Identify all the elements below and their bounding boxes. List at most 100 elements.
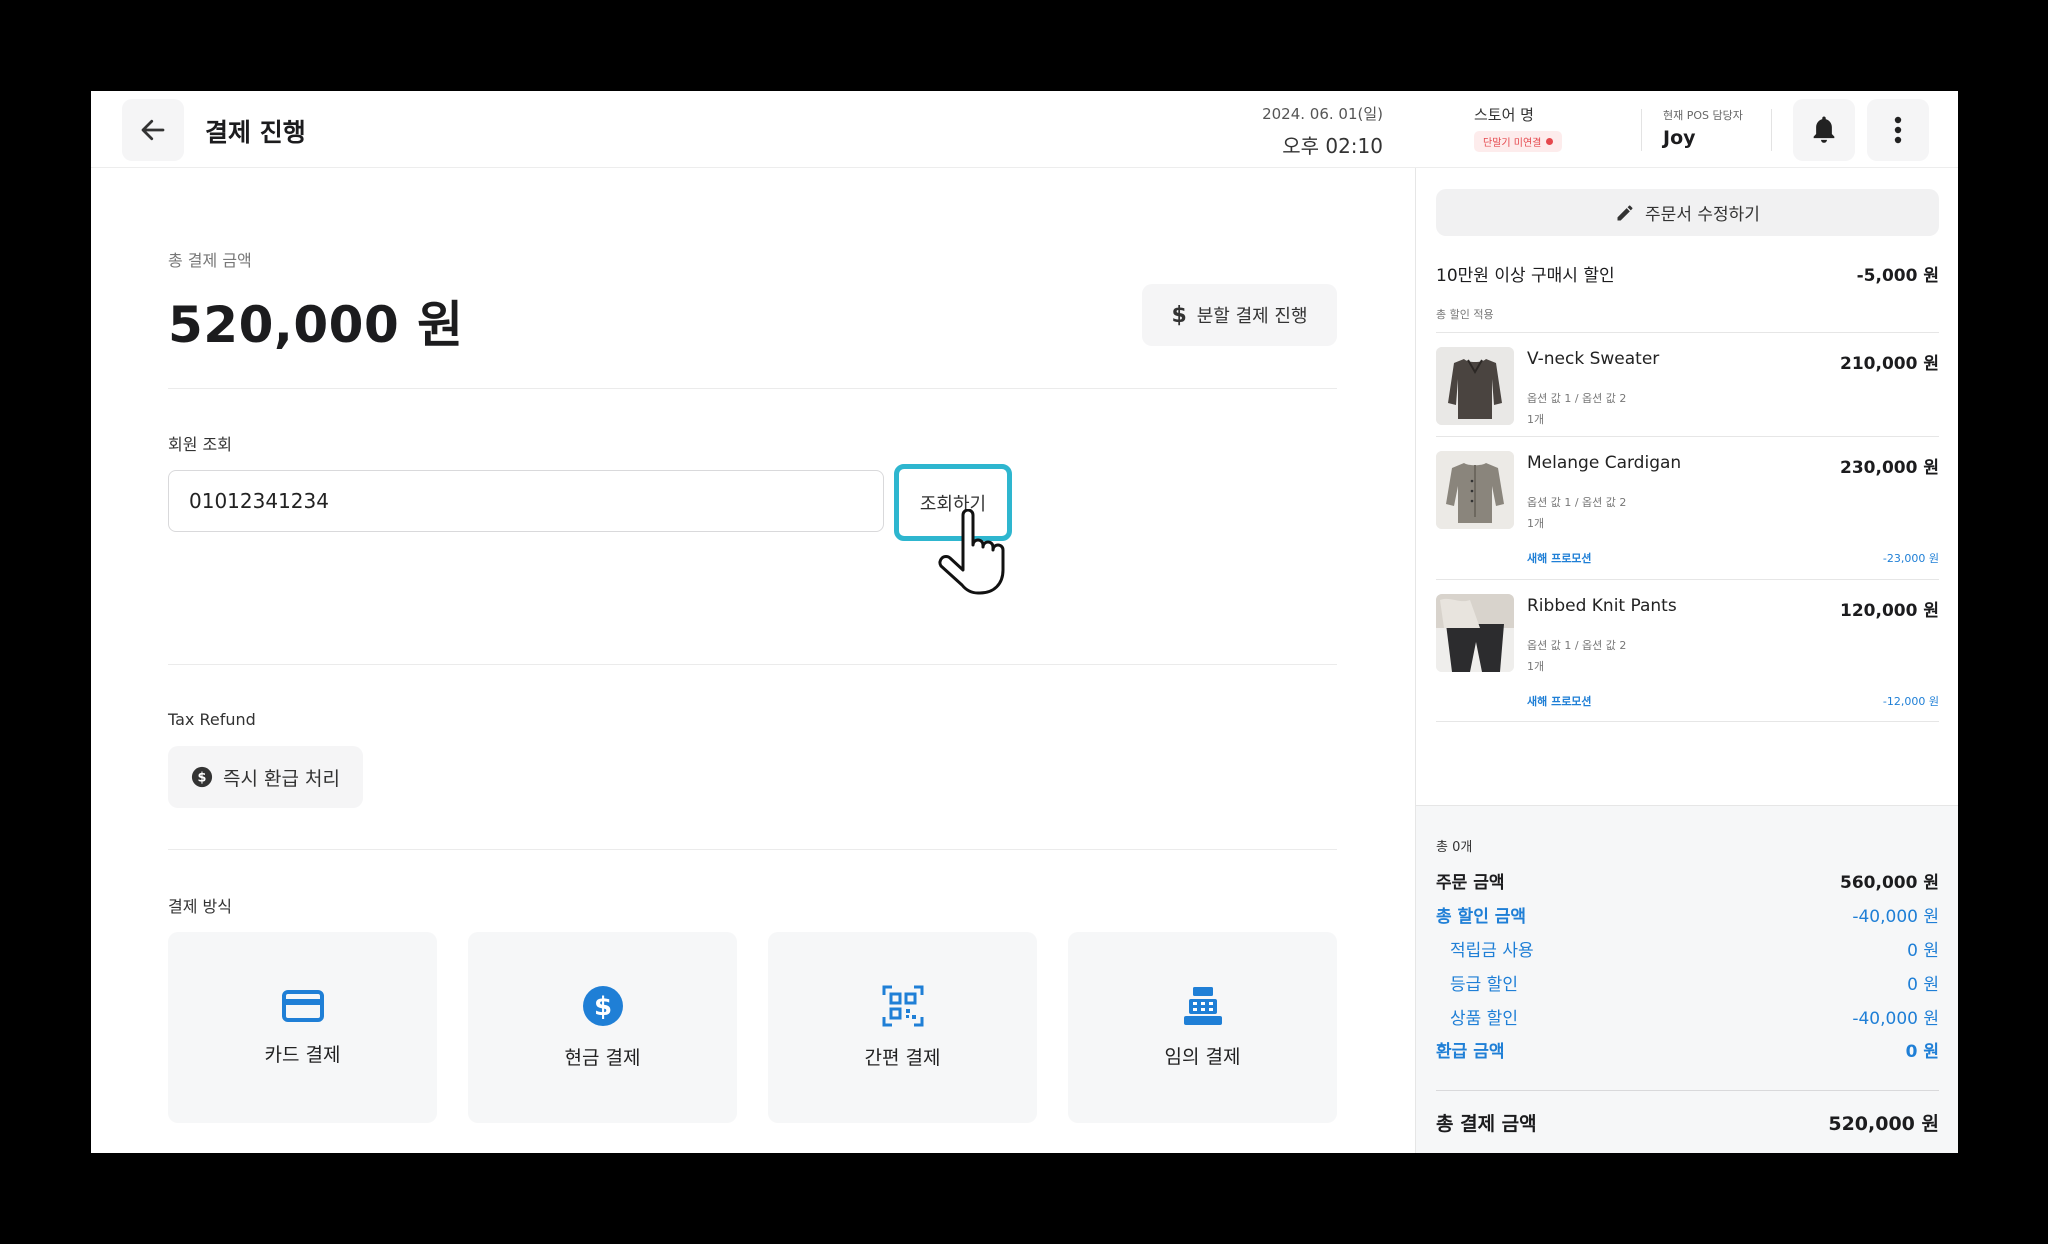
refund-amount-value: 0 원 [1905, 1042, 1939, 1062]
discount-total-value: -40,000 원 [1852, 907, 1939, 927]
terminal-status-text: 단말기 미연결 [1483, 138, 1542, 149]
item-promotion-value: -23,000 원 [1882, 552, 1939, 565]
cash-payment-tile[interactable]: $ 현금 결제 [468, 932, 737, 1123]
dollar-icon: $ [1171, 302, 1187, 328]
notification-button[interactable] [1793, 99, 1855, 161]
item-price: 120,000 원 [1840, 601, 1939, 621]
manual-payment-tile[interactable]: 임의 결제 [1068, 932, 1337, 1123]
dollar-circle-icon: $ [582, 986, 623, 1026]
item-quantity: 1개 [1527, 413, 1545, 426]
cash-register-icon [1183, 987, 1222, 1025]
instant-refund-button[interactable]: $ 즉시 환급 처리 [168, 746, 363, 808]
item-options: 옵션 값 1 / 옵션 값 2 [1527, 392, 1627, 405]
card-payment-label: 카드 결제 [264, 1044, 341, 1066]
pos-screen: 결제 진행 2024. 06. 01(일) 오후 02:10 스토어 명 단말기… [91, 91, 1958, 1153]
header-divider [1641, 109, 1642, 151]
item-count: 총 0개 [1436, 840, 1473, 855]
cash-payment-label: 현금 결제 [564, 1047, 641, 1069]
item-options: 옵션 값 1 / 옵션 값 2 [1527, 639, 1627, 652]
item-promotion: 새해 프로모션 [1527, 695, 1592, 708]
manual-payment-label: 임의 결제 [1164, 1046, 1241, 1068]
divider [168, 388, 1337, 389]
current-time: 오후 02:10 [1282, 134, 1383, 158]
order-item[interactable]: Ribbed Knit Pants 120,000 원 옵션 값 1 / 옵션 … [1436, 579, 1939, 722]
hand-pointer-icon [938, 509, 1005, 595]
order-amount-value: 560,000 원 [1840, 873, 1939, 893]
discount-total-row: 총 할인 금액 -40,000 원 [1436, 902, 1939, 927]
dollar-circle-icon: $ [191, 766, 213, 788]
arrow-left-icon [141, 119, 165, 141]
points-label: 적립금 사용 [1450, 941, 1534, 961]
tax-refund-label: Tax Refund [168, 710, 256, 729]
header-divider [1771, 109, 1772, 151]
final-amount-value: 520,000 원 [1828, 1113, 1939, 1135]
more-vertical-icon [1894, 116, 1902, 144]
discount-row: 10만원 이상 구매시 할인 -5,000 원 [1436, 261, 1939, 286]
summary-divider [1436, 1090, 1939, 1091]
split-payment-label: 분할 결제 진행 [1196, 306, 1308, 327]
datetime: 2024. 06. 01(일) 오후 02:10 [1262, 103, 1383, 159]
order-item[interactable]: V-neck Sweater 210,000 원 옵션 값 1 / 옵션 값 2… [1436, 332, 1939, 436]
edit-order-label: 주문서 수정하기 [1645, 205, 1760, 225]
order-summary-panel: 주문서 수정하기 10만원 이상 구매시 할인 -5,000 원 총 할인 적용… [1415, 168, 1958, 1153]
store-name: 스토어 명 [1474, 106, 1534, 124]
item-name: Melange Cardigan [1527, 453, 1682, 473]
points-value: 0 원 [1907, 941, 1939, 961]
final-amount-label: 총 결제 금액 [1436, 1113, 1537, 1135]
bell-icon [1813, 116, 1835, 143]
item-name: V-neck Sweater [1527, 349, 1660, 369]
divider [168, 664, 1337, 665]
item-price: 210,000 원 [1840, 354, 1939, 374]
page-title: 결제 진행 [205, 118, 306, 147]
grade-discount-value: 0 원 [1907, 975, 1939, 995]
svg-text:$: $ [198, 771, 207, 786]
staff-name: Joy [1663, 127, 1696, 149]
back-button[interactable] [122, 99, 184, 161]
item-price: 230,000 원 [1840, 458, 1939, 478]
final-amount-row: 총 결제 금액 520,000 원 [1436, 1109, 1939, 1136]
more-menu-button[interactable] [1867, 99, 1929, 161]
card-payment-tile[interactable]: 카드 결제 [168, 932, 437, 1123]
instant-refund-label: 즉시 환급 처리 [223, 767, 340, 790]
status-dot-icon [1546, 138, 1554, 145]
pencil-icon [1617, 205, 1633, 220]
total-amount: 520,000 원 [168, 296, 464, 354]
item-options: 옵션 값 1 / 옵션 값 2 [1527, 496, 1627, 509]
refund-amount-row: 환급 금액 0 원 [1436, 1037, 1939, 1062]
order-amount-row: 주문 금액 560,000 원 [1436, 868, 1939, 893]
qr-code-icon [882, 985, 923, 1027]
staff-label: 현재 POS 담당자 [1663, 109, 1743, 122]
product-discount-label: 상품 할인 [1450, 1009, 1518, 1029]
payment-summary: 총 0개 주문 금액 560,000 원 총 할인 금액 -40,000 원 적… [1416, 805, 1958, 1153]
svg-text:$: $ [593, 992, 611, 1022]
total-amount-label: 총 결제 금액 [168, 251, 252, 270]
discount-value: -5,000 원 [1856, 266, 1939, 286]
payment-panel: 총 결제 금액 520,000 원 $ 분할 결제 진행 회원 조회 Tax R… [91, 168, 1415, 1153]
member-search-label: 회원 조회 [168, 435, 232, 454]
item-name: Ribbed Knit Pants [1527, 596, 1677, 616]
discount-name: 10만원 이상 구매시 할인 [1436, 266, 1615, 286]
store-info: 스토어 명 단말기 미연결 [1474, 104, 1563, 152]
easy-payment-tile[interactable]: 간편 결제 [768, 932, 1037, 1123]
terminal-status-badge: 단말기 미연결 [1474, 131, 1563, 152]
item-promotion-value: -12,000 원 [1882, 695, 1939, 708]
item-quantity: 1개 [1527, 517, 1545, 530]
edit-order-button[interactable]: 주문서 수정하기 [1436, 189, 1939, 236]
current-date: 2024. 06. 01(일) [1262, 105, 1383, 123]
order-item[interactable]: Melange Cardigan 230,000 원 옵션 값 1 / 옵션 값… [1436, 436, 1939, 579]
credit-card-icon [281, 990, 324, 1022]
points-row: 적립금 사용 0 원 [1436, 936, 1939, 961]
payment-method-label: 결제 방식 [168, 897, 232, 916]
split-payment-button[interactable]: $ 분할 결제 진행 [1142, 284, 1337, 346]
product-discount-value: -40,000 원 [1852, 1009, 1939, 1029]
item-quantity: 1개 [1527, 660, 1545, 673]
refund-amount-label: 환급 금액 [1436, 1042, 1505, 1062]
easy-payment-label: 간편 결제 [864, 1047, 941, 1069]
member-phone-input[interactable] [168, 470, 884, 532]
grade-discount-row: 등급 할인 0 원 [1436, 970, 1939, 995]
top-header: 결제 진행 2024. 06. 01(일) 오후 02:10 스토어 명 단말기… [91, 91, 1958, 168]
item-promotion: 새해 프로모션 [1527, 552, 1592, 565]
divider [168, 849, 1337, 850]
product-thumbnail [1436, 594, 1514, 672]
discount-sub-label: 총 할인 적용 [1436, 308, 1494, 321]
